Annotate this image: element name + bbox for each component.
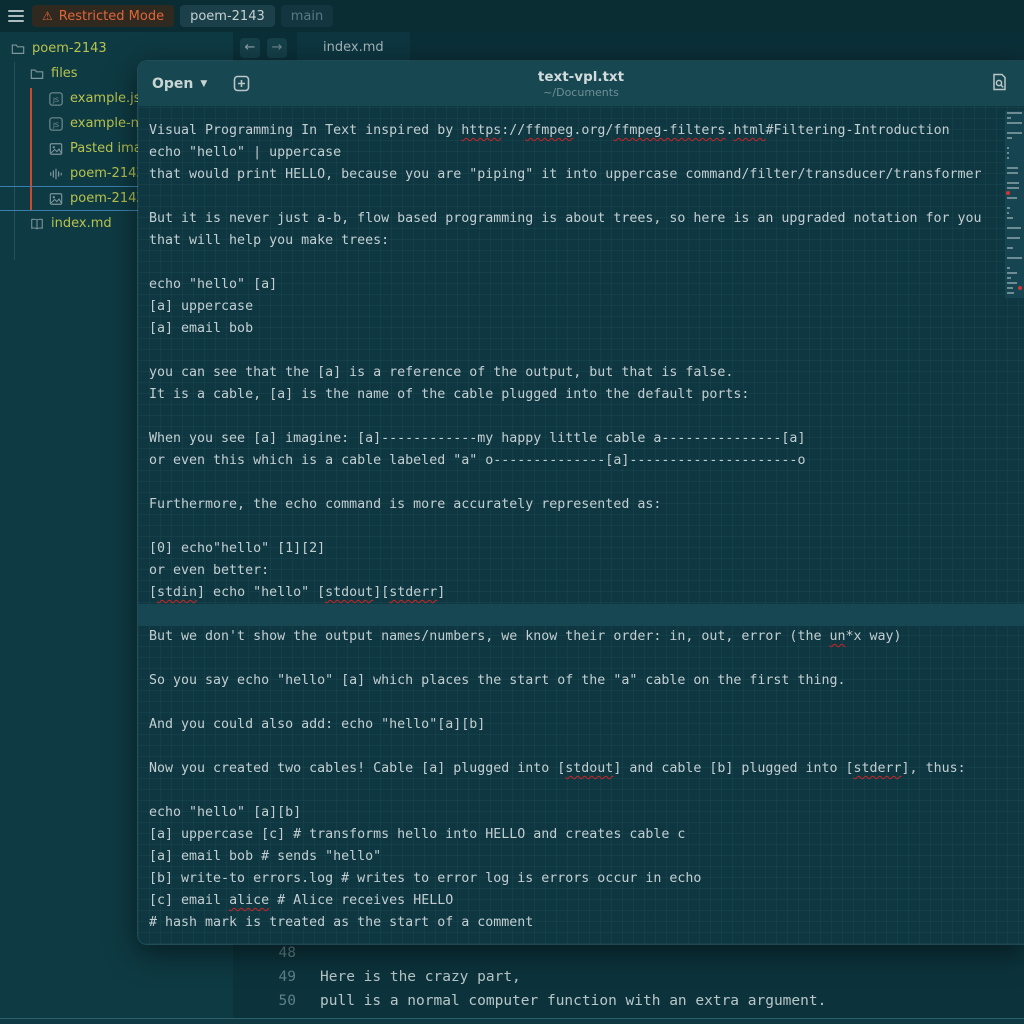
sidebar-item-label: poem-2143 — [32, 41, 107, 56]
line-text: pull is a normal computer function with … — [296, 993, 826, 1009]
book-icon — [29, 216, 44, 231]
search-in-document-button[interactable] — [991, 73, 1008, 91]
tab-index-md[interactable]: index.md — [297, 32, 410, 63]
floating-editor-window: Open ▼ text-vpl.txt ~/Documents Visual P… — [137, 60, 1024, 945]
document-line: [stdin] echo "hello" [stdout][stderr] — [138, 582, 1024, 604]
image-icon — [48, 141, 63, 156]
minimap-error-marker — [1006, 191, 1010, 195]
document-line — [138, 736, 1024, 758]
document-lines: Visual Programming In Text inspired by h… — [138, 120, 1024, 934]
folder-icon — [29, 66, 44, 81]
code-line: 49Here is the crazy part, — [233, 965, 1024, 989]
document-line: But it is never just a-b, flow based pro… — [138, 208, 1024, 230]
document-line: Visual Programming In Text inspired by h… — [138, 120, 1024, 142]
folder-icon — [10, 41, 25, 56]
document-line: [a] email bob — [138, 318, 1024, 340]
sidebar-item-label: example.js — [70, 91, 140, 106]
sidebar-item-label: files — [51, 66, 78, 81]
restricted-mode-badge[interactable]: ⚠ Restricted Mode — [32, 5, 174, 27]
document-line: And you could also add: echo "hello"[a][… — [138, 714, 1024, 736]
plus-square-icon — [233, 75, 250, 92]
document-line: [0] echo"hello" [1][2] — [138, 538, 1024, 560]
document-line: [a] uppercase — [138, 296, 1024, 318]
document-line: [c] email alice # Alice receives HELLO — [138, 890, 1024, 912]
document-line: or even this which is a cable labeled "a… — [138, 450, 1024, 472]
tab-bar: ← → index.md — [233, 32, 1024, 63]
svg-text:JS: JS — [51, 121, 58, 129]
minimap-line — [1005, 291, 1024, 296]
document-line — [138, 406, 1024, 428]
line-number: 50 — [233, 993, 296, 1009]
document-line — [138, 340, 1024, 362]
document-line: echo "hello" [a][b] — [138, 802, 1024, 824]
document-line: # hash mark is treated as the start of a… — [138, 912, 1024, 934]
document-line: [a] email bob # sends "hello" — [138, 846, 1024, 868]
document-line: you can see that the [a] is a reference … — [138, 362, 1024, 384]
branch-label: main — [291, 9, 323, 24]
forward-button[interactable]: → — [267, 38, 287, 58]
minimap-error-marker — [1018, 286, 1022, 290]
document-line — [138, 648, 1024, 670]
document-title: text-vpl.txt — [538, 69, 624, 85]
document-line: But we don't show the output names/numbe… — [138, 626, 1024, 648]
code-line: 50pull is a normal computer function wit… — [233, 989, 1024, 1013]
back-button[interactable]: ← — [240, 38, 260, 58]
status-bar — [0, 1018, 1024, 1024]
document-line: or even better: — [138, 560, 1024, 582]
audio-icon — [48, 166, 63, 181]
document-line — [138, 604, 1024, 626]
sidebar-item-poem-2143[interactable]: poem-2143 — [0, 36, 233, 61]
js-icon: JS — [48, 91, 63, 106]
document-line: When you see [a] imagine: [a]-----------… — [138, 428, 1024, 450]
js-icon: JS — [48, 116, 63, 131]
tab-label: index.md — [323, 40, 384, 55]
document-line: echo "hello" | uppercase — [138, 142, 1024, 164]
open-dropdown-button[interactable]: Open ▼ — [152, 76, 207, 92]
document-line — [138, 472, 1024, 494]
document-line: echo "hello" [a] — [138, 274, 1024, 296]
document-search-icon — [991, 73, 1008, 91]
document-line: Now you created two cables! Cable [a] pl… — [138, 758, 1024, 780]
document-line — [138, 252, 1024, 274]
document-line — [138, 186, 1024, 208]
modal-title-box: text-vpl.txt ~/Documents — [538, 69, 624, 99]
project-label: poem-2143 — [190, 9, 265, 24]
minimap[interactable] — [1005, 111, 1024, 298]
warning-icon: ⚠ — [42, 10, 53, 22]
line-number: 48 — [233, 945, 296, 961]
sidebar-item-label: index.md — [51, 216, 112, 231]
line-number: 49 — [233, 969, 296, 985]
image-icon — [48, 191, 63, 206]
back-arrow-icon: ← — [245, 40, 256, 55]
project-badge[interactable]: poem-2143 — [180, 5, 275, 27]
svg-text:JS: JS — [51, 96, 58, 104]
forward-arrow-icon: → — [272, 40, 283, 55]
document-line — [138, 692, 1024, 714]
document-path: ~/Documents — [538, 86, 624, 99]
document-line — [138, 780, 1024, 802]
branch-badge[interactable]: main — [281, 5, 333, 27]
text-editor-surface[interactable]: Visual Programming In Text inspired by h… — [138, 106, 1024, 944]
background-code-rows: 4849Here is the crazy part,50pull is a n… — [233, 941, 1024, 1013]
document-line: So you say echo "hello" [a] which places… — [138, 670, 1024, 692]
document-line: [b] write-to errors.log # writes to erro… — [138, 868, 1024, 890]
menu-icon[interactable] — [6, 6, 26, 26]
document-line: [a] uppercase [c] # transforms hello int… — [138, 824, 1024, 846]
chevron-down-icon: ▼ — [200, 79, 207, 89]
modal-header: Open ▼ text-vpl.txt ~/Documents — [138, 61, 1024, 106]
line-text: Here is the crazy part, — [296, 969, 521, 985]
restricted-mode-label: Restricted Mode — [59, 9, 164, 24]
title-bar: ⚠ Restricted Mode poem-2143 main — [0, 0, 1024, 32]
document-line — [138, 516, 1024, 538]
document-line: that would print HELLO, because you are … — [138, 164, 1024, 186]
open-label: Open — [152, 76, 193, 92]
document-line: Furthermore, the echo command is more ac… — [138, 494, 1024, 516]
new-document-button[interactable] — [233, 75, 250, 92]
document-line: It is a cable, [a] is the name of the ca… — [138, 384, 1024, 406]
document-line: that will help you make trees: — [138, 230, 1024, 252]
